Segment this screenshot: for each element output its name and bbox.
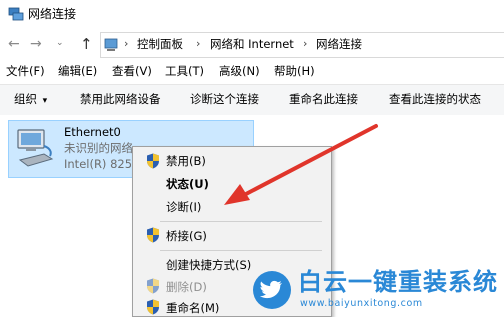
watermark-url: www.baiyunxitong.com [300,298,423,309]
twitter-bird-icon [253,271,291,309]
watermark-text: 白云一键重装系统 [298,268,498,296]
